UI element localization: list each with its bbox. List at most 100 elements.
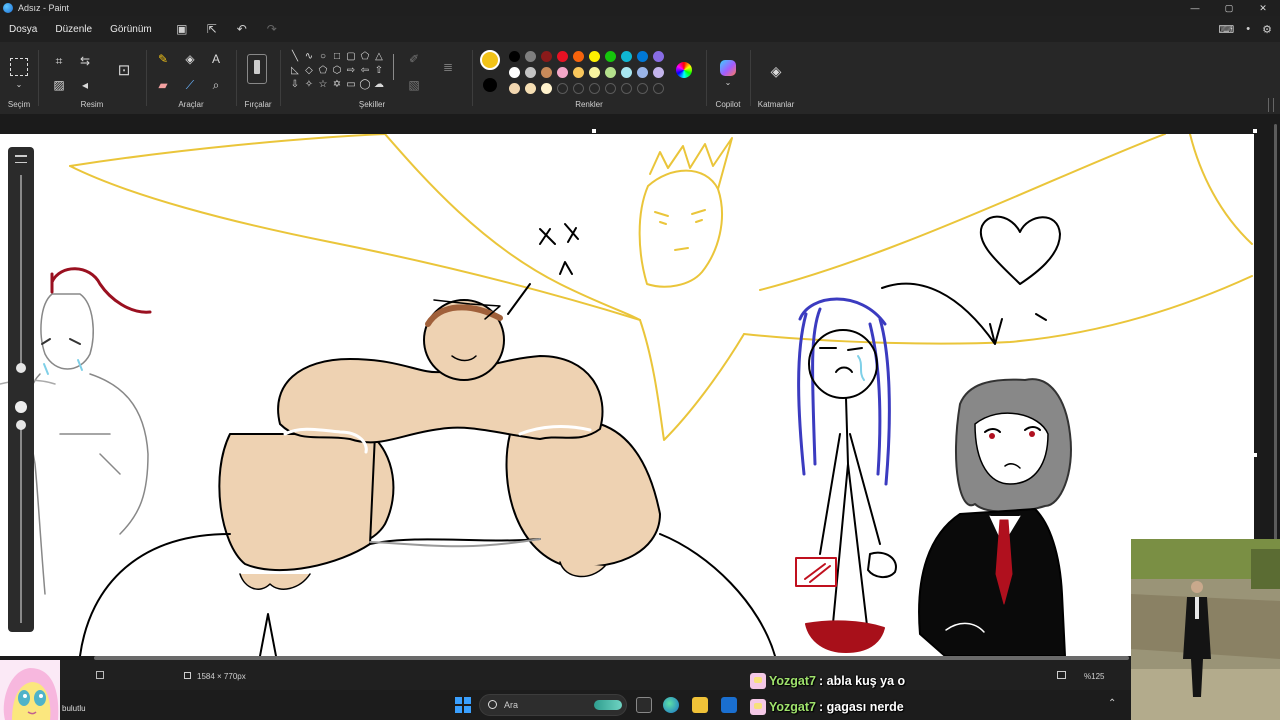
redo-icon[interactable]: ↷ bbox=[257, 22, 287, 36]
color-swatch[interactable] bbox=[508, 51, 520, 62]
color-swatch[interactable] bbox=[620, 67, 632, 78]
five-point-star-icon[interactable]: ☆ bbox=[316, 78, 330, 91]
taskbar-search-box[interactable]: Ara bbox=[479, 694, 627, 716]
color-picker-icon[interactable]: ⟋ bbox=[182, 78, 198, 92]
drawing-canvas[interactable] bbox=[0, 134, 1254, 656]
color-swatch[interactable] bbox=[556, 67, 568, 78]
custom-color-slot[interactable] bbox=[620, 83, 632, 94]
color-swatch[interactable] bbox=[636, 67, 648, 78]
left-arrow-shape-icon[interactable]: ⇦ bbox=[358, 64, 372, 77]
task-view-icon[interactable] bbox=[636, 697, 652, 713]
rectangle-shape-icon[interactable]: □ bbox=[330, 50, 344, 63]
file-explorer-icon[interactable] bbox=[692, 697, 708, 713]
color-swatch[interactable] bbox=[556, 51, 568, 62]
primary-color-swatch[interactable] bbox=[480, 50, 500, 70]
rotate-icon[interactable]: ▨ bbox=[51, 78, 67, 92]
windows-start-icon[interactable] bbox=[455, 697, 471, 713]
rounded-rectangle-shape-icon[interactable]: ▢ bbox=[344, 50, 358, 63]
menu-view[interactable]: Görünüm bbox=[101, 24, 161, 35]
weather-text[interactable]: bulutlu bbox=[62, 704, 86, 713]
opacity-slider-track[interactable] bbox=[20, 423, 22, 623]
curve-shape-icon[interactable]: ∿ bbox=[302, 50, 316, 63]
polygon-shape-icon[interactable]: ⬠ bbox=[358, 50, 372, 63]
resize-icon[interactable]: ⇆ bbox=[77, 54, 93, 68]
selection-icon[interactable] bbox=[10, 58, 28, 76]
color-swatch[interactable] bbox=[572, 51, 584, 62]
color-swatch[interactable] bbox=[652, 67, 664, 78]
shapes-scrollbar[interactable] bbox=[393, 54, 394, 80]
color-swatch[interactable] bbox=[508, 67, 520, 78]
right-triangle-shape-icon[interactable]: ◺ bbox=[288, 64, 302, 77]
six-point-star-icon[interactable]: ✡ bbox=[330, 78, 344, 91]
custom-color-slot[interactable] bbox=[588, 83, 600, 94]
fill-bucket-icon[interactable]: ◈ bbox=[182, 52, 198, 66]
menu-file[interactable]: Dosya bbox=[0, 24, 46, 35]
store-icon[interactable] bbox=[721, 697, 737, 713]
custom-color-slot[interactable] bbox=[604, 83, 616, 94]
hexagon-shape-icon[interactable]: ⬡ bbox=[330, 64, 344, 77]
color-swatch[interactable] bbox=[540, 83, 552, 94]
shape-style-icon[interactable]: ≣ bbox=[440, 60, 456, 74]
size-slider-track[interactable] bbox=[20, 175, 22, 367]
diamond-shape-icon[interactable]: ◇ bbox=[302, 64, 316, 77]
up-arrow-shape-icon[interactable]: ⇧ bbox=[372, 64, 386, 77]
chevron-down-icon[interactable]: ⌄ bbox=[720, 76, 736, 90]
chevron-down-icon[interactable]: ⌄ bbox=[11, 78, 27, 92]
down-arrow-shape-icon[interactable]: ⇩ bbox=[288, 78, 302, 91]
callout-cloud-icon[interactable]: ☁ bbox=[372, 78, 386, 91]
ribbon-collapse-handle[interactable] bbox=[1268, 98, 1274, 112]
pentagon-shape-icon[interactable]: ⬠ bbox=[316, 64, 330, 77]
minimize-button[interactable]: — bbox=[1178, 3, 1212, 14]
feedback-icon[interactable]: ⌨ bbox=[1218, 23, 1234, 36]
save-icon[interactable]: ▣ bbox=[167, 22, 197, 36]
color-swatch[interactable] bbox=[524, 83, 536, 94]
maximize-button[interactable]: ▢ bbox=[1212, 3, 1246, 14]
flip-icon[interactable]: ◂ bbox=[77, 78, 93, 92]
copilot-icon[interactable] bbox=[720, 60, 736, 76]
callout-rect-icon[interactable]: ▭ bbox=[344, 78, 358, 91]
color-swatch[interactable] bbox=[572, 67, 584, 78]
undo-icon[interactable]: ↶ bbox=[227, 22, 257, 36]
color-swatch[interactable] bbox=[524, 51, 536, 62]
eraser-icon[interactable]: ▰ bbox=[155, 78, 171, 92]
outline-icon[interactable]: ✐ bbox=[406, 52, 422, 66]
color-swatch[interactable] bbox=[524, 67, 536, 78]
settings-gear-icon[interactable]: ⚙ bbox=[1262, 23, 1272, 36]
oval-shape-icon[interactable]: ○ bbox=[316, 50, 330, 63]
right-arrow-shape-icon[interactable]: ⇨ bbox=[344, 64, 358, 77]
four-point-star-icon[interactable]: ✧ bbox=[302, 78, 316, 91]
color-swatch[interactable] bbox=[588, 67, 600, 78]
custom-color-slot[interactable] bbox=[556, 83, 568, 94]
menu-edit[interactable]: Düzenle bbox=[46, 24, 101, 35]
triangle-shape-icon[interactable]: △ bbox=[372, 50, 386, 63]
remove-background-icon[interactable]: ⊡ bbox=[116, 63, 132, 78]
opacity-slider-thumb[interactable] bbox=[16, 420, 26, 430]
text-tool-icon[interactable]: A bbox=[208, 52, 224, 66]
custom-color-slot[interactable] bbox=[572, 83, 584, 94]
resize-handle-top[interactable] bbox=[592, 129, 596, 133]
resize-handle-corner[interactable] bbox=[1253, 129, 1257, 133]
custom-color-slot[interactable] bbox=[652, 83, 664, 94]
pencil-icon[interactable]: ✎ bbox=[155, 52, 171, 66]
color-swatch[interactable] bbox=[604, 67, 616, 78]
line-shape-icon[interactable]: ╲ bbox=[288, 50, 302, 63]
brush-icon[interactable] bbox=[247, 54, 267, 84]
color-swatch[interactable] bbox=[636, 51, 648, 62]
account-icon[interactable]: • bbox=[1246, 23, 1250, 36]
fill-icon[interactable]: ▧ bbox=[406, 78, 422, 92]
color-swatch[interactable] bbox=[588, 51, 600, 62]
resize-handle-right[interactable] bbox=[1253, 453, 1257, 457]
share-icon[interactable]: ⇱ bbox=[197, 22, 227, 36]
magnifier-icon[interactable]: ⌕ bbox=[208, 78, 224, 92]
color-swatch[interactable] bbox=[540, 67, 552, 78]
custom-color-slot[interactable] bbox=[636, 83, 648, 94]
color-swatch[interactable] bbox=[620, 51, 632, 62]
color-swatch[interactable] bbox=[652, 51, 664, 62]
edge-browser-icon[interactable] bbox=[663, 697, 679, 713]
callout-oval-icon[interactable]: ◯ bbox=[358, 78, 372, 91]
color-swatch[interactable] bbox=[508, 83, 520, 94]
secondary-color-swatch[interactable] bbox=[483, 78, 497, 92]
color-swatch[interactable] bbox=[540, 51, 552, 62]
size-slider-thumb[interactable] bbox=[16, 363, 26, 373]
color-swatch[interactable] bbox=[604, 51, 616, 62]
